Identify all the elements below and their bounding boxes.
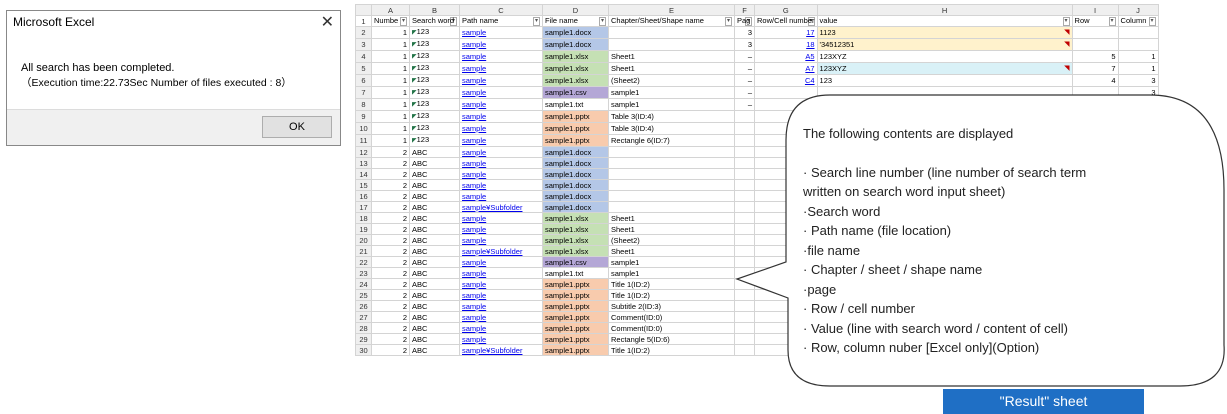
callout-item: ·file name bbox=[803, 242, 861, 258]
callout-item: ·Search word bbox=[803, 203, 881, 219]
callout-item: ·page bbox=[803, 281, 837, 297]
callout-item: · Search line number (line number of sea… bbox=[803, 164, 1087, 180]
callout-item: written on search word input sheet) bbox=[803, 184, 1006, 199]
callout-content: The following contents are displayed · S… bbox=[803, 124, 1208, 358]
callout-item: · Value (line with search word / content… bbox=[803, 320, 1068, 336]
callout-item: · Path name (file location) bbox=[803, 223, 952, 238]
callout-heading: The following contents are displayed bbox=[803, 126, 1014, 141]
result-sheet-badge: "Result" sheet bbox=[943, 389, 1144, 414]
callout-item: · Chapter / sheet / shape name bbox=[803, 262, 983, 277]
callout-item: · Row, column nuber [Excel only](Option) bbox=[803, 340, 1040, 355]
callout-item: · Row / cell number bbox=[803, 301, 915, 316]
